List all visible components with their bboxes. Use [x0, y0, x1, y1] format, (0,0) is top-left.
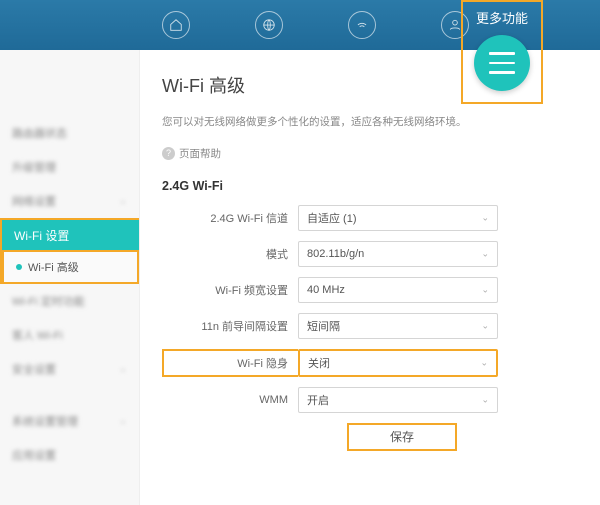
label-wmm: WMM [162, 394, 298, 406]
row-guard-interval: 11n 前导间隔设置 短间隔 ⌄ [162, 313, 572, 339]
sidebar-item[interactable]: 应用设置 [0, 438, 139, 472]
select-bandwidth[interactable]: 40 MHz ⌄ [298, 277, 498, 303]
chevron-down-icon: ⌄ [481, 320, 489, 331]
section-title: 2.4G Wi-Fi [162, 179, 572, 193]
chevron-down-icon: ⌄ [481, 284, 489, 295]
chevron-down-icon: ⌄ [481, 248, 489, 259]
sidebar: 路由器状态 升级管理 网络设置⌄ Wi-Fi 设置 ⌃ Wi-Fi 高级 Wi-… [0, 50, 140, 505]
nav-globe-icon[interactable] [255, 11, 283, 39]
select-guard-interval[interactable]: 短间隔 ⌄ [298, 313, 498, 339]
sidebar-item[interactable]: 安全设置⌄ [0, 352, 139, 386]
sidebar-item[interactable]: 系统设置管理 ⌄ [0, 404, 139, 438]
label-channel: 2.4G Wi-Fi 信道 [162, 210, 298, 226]
sidebar-sub-wifi-advanced[interactable]: Wi-Fi 高级 [2, 252, 137, 282]
chevron-down-icon: ⌄ [481, 212, 489, 223]
sidebar-item[interactable]: 网络设置⌄ [0, 184, 139, 218]
select-channel[interactable]: 自适应 (1) ⌄ [298, 205, 498, 231]
label-wifi-hide: Wi-Fi 隐身 [162, 349, 298, 377]
sidebar-item-wifi-settings[interactable]: Wi-Fi 设置 ⌃ [0, 218, 139, 252]
row-bandwidth: Wi-Fi 频宽设置 40 MHz ⌄ [162, 277, 572, 303]
label-guard-interval: 11n 前导间隔设置 [162, 318, 298, 334]
sidebar-sub-label: Wi-Fi 高级 [28, 259, 79, 275]
sidebar-item[interactable]: 路由器状态 [0, 116, 139, 150]
row-mode: 模式 802.11b/g/n ⌄ [162, 241, 572, 267]
row-wmm: WMM 开启 ⌄ [162, 387, 572, 413]
sidebar-item[interactable]: Wi-Fi 定时功能 [0, 284, 139, 318]
page-help-link[interactable]: 页面帮助 [162, 146, 221, 161]
sidebar-active-label: Wi-Fi 设置 [14, 227, 69, 244]
more-menu[interactable]: 更多功能 [461, 0, 543, 104]
save-button[interactable]: 保存 [347, 423, 457, 451]
nav-wifi-icon[interactable] [348, 11, 376, 39]
page-description: 您可以对无线网络做更多个性化的设置，适应各种无线网络环境。 [162, 114, 572, 129]
select-mode[interactable]: 802.11b/g/n ⌄ [298, 241, 498, 267]
sidebar-item [0, 386, 139, 404]
sidebar-item[interactable]: 客人 Wi-Fi [0, 318, 139, 352]
nav-home-icon[interactable] [162, 11, 190, 39]
more-label: 更多功能 [476, 8, 528, 27]
row-wifi-hide: Wi-Fi 隐身 关闭 ⌄ [162, 349, 572, 377]
label-mode: 模式 [162, 246, 298, 262]
row-channel: 2.4G Wi-Fi 信道 自适应 (1) ⌄ [162, 205, 572, 231]
hamburger-icon[interactable] [474, 35, 530, 91]
sidebar-item[interactable]: 升级管理 [0, 150, 139, 184]
content: Wi-Fi 高级 您可以对无线网络做更多个性化的设置，适应各种无线网络环境。 页… [140, 50, 600, 505]
chevron-down-icon: ⌄ [481, 394, 489, 405]
label-bandwidth: Wi-Fi 频宽设置 [162, 282, 298, 298]
select-wifi-hide[interactable]: 关闭 ⌄ [298, 349, 498, 377]
chevron-down-icon: ⌄ [480, 357, 488, 368]
top-nav: 更多功能 [0, 0, 600, 50]
select-wmm[interactable]: 开启 ⌄ [298, 387, 498, 413]
